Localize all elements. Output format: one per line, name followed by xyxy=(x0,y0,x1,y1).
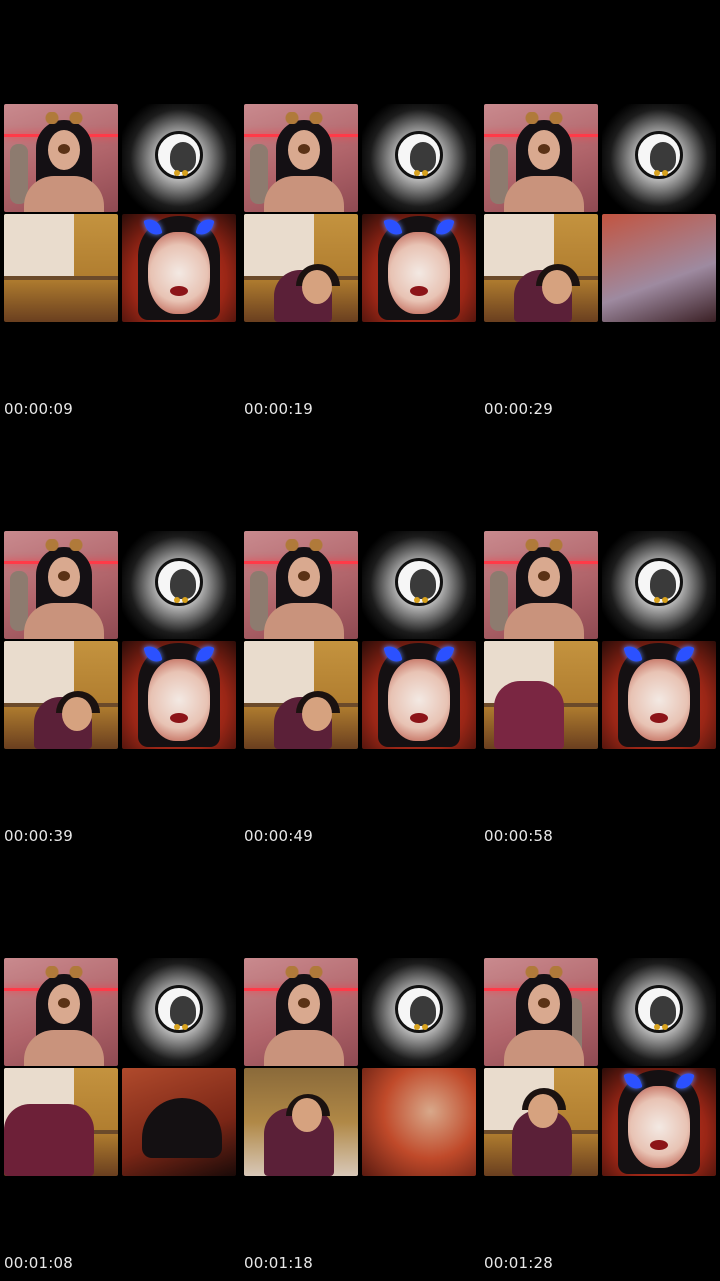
video-tile xyxy=(4,958,118,1066)
video-tile xyxy=(122,214,236,322)
video-tile xyxy=(122,531,236,639)
video-tile xyxy=(244,531,358,639)
timestamp-label: 00:00:39 xyxy=(4,827,73,845)
video-tile xyxy=(602,214,716,322)
video-tile xyxy=(362,531,476,639)
video-tile xyxy=(362,104,476,212)
video-tile xyxy=(122,104,236,212)
video-tile xyxy=(484,531,598,639)
video-tile xyxy=(362,1068,476,1176)
video-tile xyxy=(4,1068,118,1176)
video-tile xyxy=(602,1068,716,1176)
video-frame-grid xyxy=(4,104,236,322)
video-tile xyxy=(244,641,358,749)
video-tile xyxy=(484,641,598,749)
video-tile xyxy=(602,958,716,1066)
video-tile xyxy=(122,641,236,749)
video-tile xyxy=(484,958,598,1066)
video-tile xyxy=(244,104,358,212)
video-frame-grid xyxy=(4,958,236,1176)
video-tile xyxy=(122,958,236,1066)
video-tile xyxy=(4,531,118,639)
timestamp-label: 00:01:08 xyxy=(4,1254,73,1272)
timestamp-label: 00:01:18 xyxy=(244,1254,313,1272)
video-tile xyxy=(362,214,476,322)
video-tile xyxy=(602,641,716,749)
video-tile xyxy=(122,1068,236,1176)
video-tile xyxy=(362,641,476,749)
timestamp-label: 00:00:09 xyxy=(4,400,73,418)
video-tile xyxy=(4,104,118,212)
video-frame-grid xyxy=(484,531,716,749)
video-frame-grid xyxy=(484,958,716,1176)
video-frame-grid xyxy=(244,104,476,322)
video-tile xyxy=(484,1068,598,1176)
video-tile xyxy=(4,214,118,322)
video-frame-grid xyxy=(244,958,476,1176)
video-tile xyxy=(362,958,476,1066)
video-frame-grid xyxy=(244,531,476,749)
timestamp-label: 00:00:49 xyxy=(244,827,313,845)
video-tile xyxy=(484,214,598,322)
timestamp-label: 00:00:29 xyxy=(484,400,553,418)
video-tile xyxy=(4,641,118,749)
video-tile xyxy=(244,1068,358,1176)
timestamp-label: 00:00:58 xyxy=(484,827,553,845)
video-tile xyxy=(602,104,716,212)
video-frame-grid xyxy=(4,531,236,749)
video-tile xyxy=(244,958,358,1066)
video-tile xyxy=(602,531,716,639)
video-frame-grid xyxy=(484,104,716,322)
timestamp-label: 00:01:28 xyxy=(484,1254,553,1272)
timestamp-label: 00:00:19 xyxy=(244,400,313,418)
video-tile xyxy=(484,104,598,212)
video-tile xyxy=(244,214,358,322)
